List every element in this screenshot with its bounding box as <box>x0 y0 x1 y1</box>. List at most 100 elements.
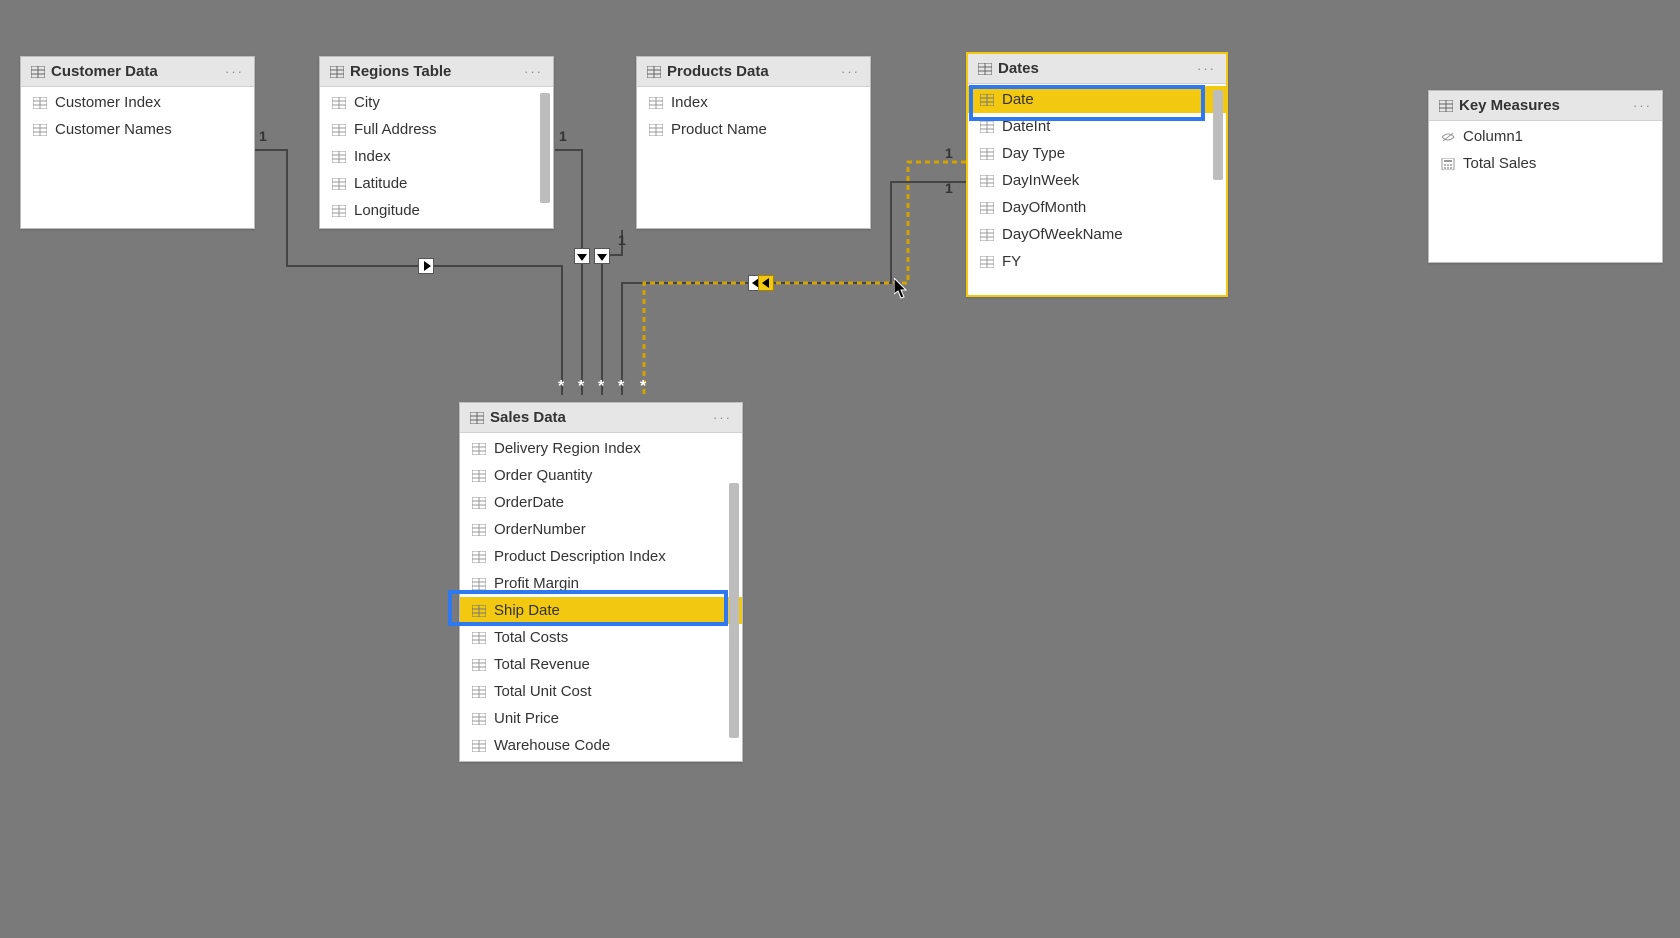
column-icon <box>649 124 663 136</box>
column-icon <box>980 256 994 268</box>
column-icon <box>472 686 486 698</box>
table-icon <box>978 63 992 75</box>
column-icon <box>472 632 486 644</box>
more-menu-icon[interactable]: ··· <box>225 64 244 79</box>
hidden-icon <box>1441 131 1455 143</box>
field-dayinweek[interactable]: DayInWeek <box>968 167 1226 194</box>
field-index[interactable]: Index <box>320 143 553 170</box>
table-icon <box>31 66 45 78</box>
field-list: Customer Index Customer Names <box>21 87 254 145</box>
column-icon <box>980 202 994 214</box>
table-title: Regions Table <box>350 63 524 80</box>
column-icon <box>33 124 47 136</box>
cardinality-many-label: * <box>578 378 584 396</box>
table-title: Customer Data <box>51 63 225 80</box>
column-icon <box>332 124 346 136</box>
field-warehouse-code[interactable]: Warehouse Code <box>460 732 742 759</box>
field-index[interactable]: Index <box>637 89 870 116</box>
field-customer-names[interactable]: Customer Names <box>21 116 254 143</box>
cardinality-many-label: * <box>598 378 604 396</box>
column-icon <box>332 205 346 217</box>
field-total-costs[interactable]: Total Costs <box>460 624 742 651</box>
column-icon <box>472 551 486 563</box>
field-customer-index[interactable]: Customer Index <box>21 89 254 116</box>
field-list: Index Product Name <box>637 87 870 145</box>
field-list: City Full Address Index Latitude Longitu… <box>320 87 553 226</box>
column-icon <box>332 97 346 109</box>
table-products[interactable]: Products Data ··· Index Product Name <box>636 56 871 229</box>
table-sales-data[interactable]: Sales Data ··· Delivery Region Index Ord… <box>459 402 743 762</box>
field-fy[interactable]: FY <box>968 248 1226 275</box>
more-menu-icon[interactable]: ··· <box>841 64 860 79</box>
more-menu-icon[interactable]: ··· <box>1197 61 1216 76</box>
field-longitude[interactable]: Longitude <box>320 197 553 224</box>
field-day-type[interactable]: Day Type <box>968 140 1226 167</box>
field-latitude[interactable]: Latitude <box>320 170 553 197</box>
field-unit-price[interactable]: Unit Price <box>460 705 742 732</box>
field-full-address[interactable]: Full Address <box>320 116 553 143</box>
cardinality-many-label: * <box>640 378 646 396</box>
cardinality-one-label: 1 <box>945 145 953 161</box>
column-icon <box>33 97 47 109</box>
field-total-sales[interactable]: Total Sales <box>1429 150 1662 177</box>
field-dayofweekname[interactable]: DayOfWeekName <box>968 221 1226 248</box>
table-header[interactable]: Products Data ··· <box>637 57 870 87</box>
column-icon <box>332 178 346 190</box>
table-icon <box>647 66 661 78</box>
table-title: Sales Data <box>490 409 713 426</box>
field-delivery-region-index[interactable]: Delivery Region Index <box>460 435 742 462</box>
field-total-unit-cost[interactable]: Total Unit Cost <box>460 678 742 705</box>
field-dateint[interactable]: DateInt <box>968 113 1226 140</box>
field-ordernumber[interactable]: OrderNumber <box>460 516 742 543</box>
table-header[interactable]: Sales Data ··· <box>460 403 742 433</box>
field-list: Date DateInt Day Type DayInWeek DayOfMon… <box>968 84 1226 277</box>
cardinality-many-label: * <box>558 378 564 396</box>
field-list: Column1 Total Sales <box>1429 121 1662 179</box>
cardinality-one-label: 1 <box>945 180 953 196</box>
field-profit-margin[interactable]: Profit Margin <box>460 570 742 597</box>
more-menu-icon[interactable]: ··· <box>524 64 543 79</box>
table-header[interactable]: Key Measures ··· <box>1429 91 1662 121</box>
scrollbar[interactable] <box>540 93 550 203</box>
table-title: Products Data <box>667 63 841 80</box>
table-header[interactable]: Customer Data ··· <box>21 57 254 87</box>
table-header[interactable]: Regions Table ··· <box>320 57 553 87</box>
field-total-revenue[interactable]: Total Revenue <box>460 651 742 678</box>
column-icon <box>472 497 486 509</box>
column-icon <box>980 94 994 106</box>
field-product-description-index[interactable]: Product Description Index <box>460 543 742 570</box>
filter-direction-icon <box>574 248 590 264</box>
field-list: Delivery Region Index Order Quantity Ord… <box>460 433 742 760</box>
field-city[interactable]: City <box>320 89 553 116</box>
column-icon <box>980 148 994 160</box>
table-icon <box>470 412 484 424</box>
more-menu-icon[interactable]: ··· <box>713 410 732 425</box>
column-icon <box>980 175 994 187</box>
field-order-quantity[interactable]: Order Quantity <box>460 462 742 489</box>
column-icon <box>472 443 486 455</box>
column-icon <box>472 713 486 725</box>
column-icon <box>472 578 486 590</box>
column-icon <box>472 740 486 752</box>
filter-direction-icon <box>418 258 434 274</box>
table-customer-data[interactable]: Customer Data ··· Customer Index Custome… <box>20 56 255 229</box>
table-dates[interactable]: Dates ··· Date DateInt Day Type DayInWee… <box>966 52 1228 297</box>
table-regions[interactable]: Regions Table ··· City Full Address Inde… <box>319 56 554 229</box>
scrollbar[interactable] <box>1213 90 1223 180</box>
field-product-name[interactable]: Product Name <box>637 116 870 143</box>
table-title: Dates <box>998 60 1197 77</box>
table-header[interactable]: Dates ··· <box>968 54 1226 84</box>
field-date[interactable]: Date <box>968 86 1226 113</box>
filter-direction-icon <box>594 248 610 264</box>
model-canvas[interactable]: 1 1 1 1 1 * * * * * Customer Data ··· Cu… <box>0 0 1680 938</box>
table-key-measures[interactable]: Key Measures ··· Column1 Total Sales <box>1428 90 1663 263</box>
table-icon <box>1439 100 1453 112</box>
scrollbar[interactable] <box>729 483 739 738</box>
field-dayofmonth[interactable]: DayOfMonth <box>968 194 1226 221</box>
more-menu-icon[interactable]: ··· <box>1633 98 1652 113</box>
field-orderdate[interactable]: OrderDate <box>460 489 742 516</box>
table-icon <box>330 66 344 78</box>
column-icon <box>472 605 486 617</box>
field-column1[interactable]: Column1 <box>1429 123 1662 150</box>
field-ship-date[interactable]: Ship Date <box>460 597 742 624</box>
